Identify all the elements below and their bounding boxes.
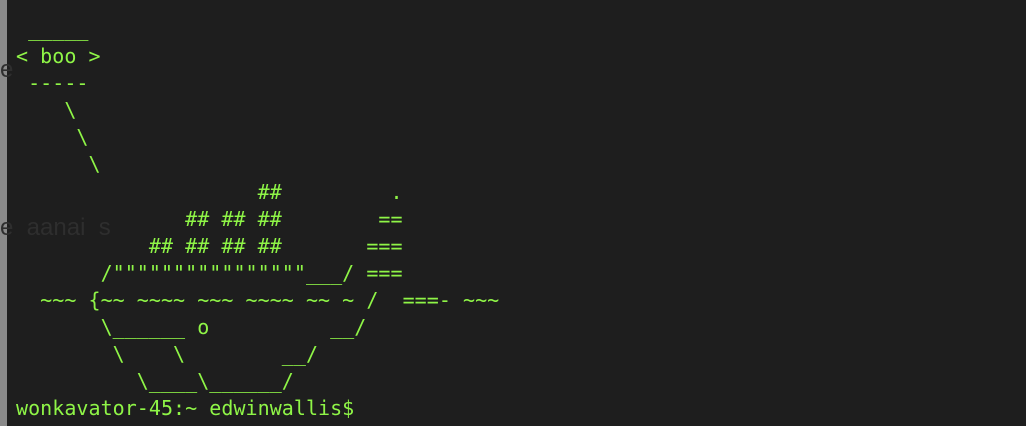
terminal-output: _____ < boo > ----- \ \ \ ## . ## ## ## =…	[16, 16, 499, 422]
cowsay-bubble-top: _____	[16, 17, 89, 41]
ascii-art-line: ## ## ## ## ===	[16, 233, 403, 258]
shell-prompt[interactable]: wonkavator-45:~ edwinwallis$	[16, 395, 499, 422]
ascii-art-line: \______ o __/	[16, 315, 367, 340]
background-window-text: e	[0, 56, 14, 83]
ascii-art-line: \____\______/	[16, 369, 294, 394]
ascii-art-line: /""""""""""""""""___/ ===	[16, 260, 403, 285]
ascii-art-line: \ \ __/	[16, 342, 319, 367]
cowsay-bubble-text: < boo >	[16, 44, 101, 69]
ascii-art-line: ## .	[16, 179, 403, 204]
ascii-art-line: ## ## ## ==	[16, 206, 403, 231]
terminal-window[interactable]: e e aanai s _____ < boo > ----- \ \ \ ## …	[0, 0, 1026, 426]
ascii-art-line: \	[16, 98, 77, 123]
cowsay-bubble-bottom: -----	[16, 71, 89, 96]
ascii-art-line: \	[16, 152, 101, 177]
ascii-art-line: \	[16, 125, 89, 150]
ascii-art-line: ~~~ {~~ ~~~~ ~~~ ~~~~ ~~ ~ / ===- ~~~	[16, 287, 500, 312]
